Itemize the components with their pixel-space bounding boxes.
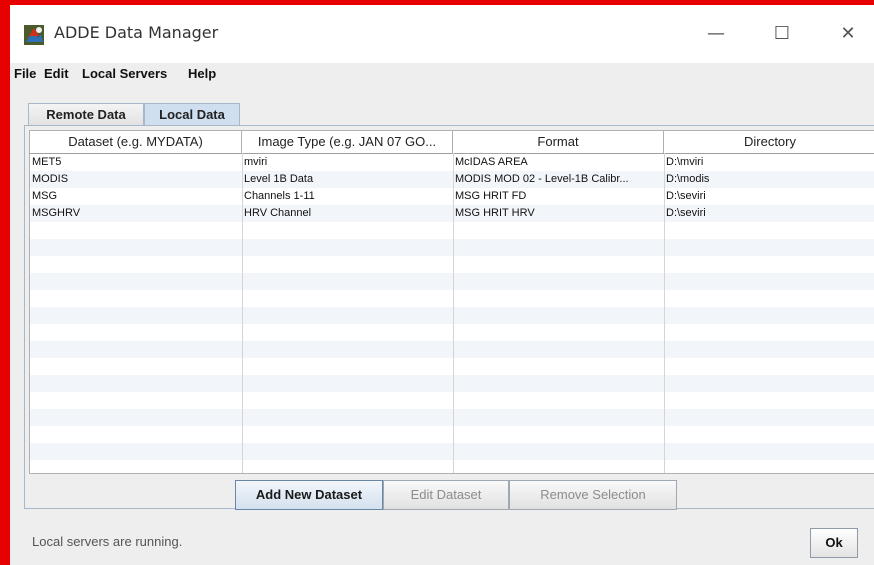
menu-file[interactable]: File [14,66,36,81]
empty-row [30,392,874,409]
empty-row [30,409,874,426]
edit-dataset-button[interactable]: Edit Dataset [383,480,509,510]
cell-dataset: MSGHRV [32,207,81,219]
cell-image-type: Level 1B Data [244,173,314,185]
status-text: Local servers are running. [32,534,183,549]
cell-directory: D:\modis [666,173,710,185]
window-title: ADDE Data Manager [54,23,219,42]
column-header-image-type[interactable]: Image Type (e.g. JAN 07 GO... [242,131,453,153]
cell-format: McIDAS AREA [455,156,528,168]
cell-directory: D:\seviri [666,190,706,202]
empty-row [30,341,874,358]
cell-format: MSG HRIT FD [455,190,527,202]
empty-row [30,375,874,392]
empty-row [30,273,874,290]
menu-edit[interactable]: Edit [44,66,69,81]
cell-image-type: mviri [244,156,268,168]
cell-directory: D:\mviri [666,156,704,168]
tab-remote-data[interactable]: Remote Data [28,103,144,125]
remove-selection-button[interactable]: Remove Selection [509,480,677,510]
title-bar: ADDE Data Manager — ☐ ✕ [10,5,874,63]
empty-row [30,358,874,375]
empty-row [30,426,874,443]
empty-row [30,290,874,307]
column-divider [664,153,665,473]
tab-local-data[interactable]: Local Data [144,103,240,125]
column-divider [453,153,454,473]
table-row[interactable]: MET5 mviri McIDAS AREA D:\mviri [30,154,874,171]
add-new-dataset-button[interactable]: Add New Dataset [235,480,383,510]
empty-row [30,460,874,473]
dataset-table[interactable]: Dataset (e.g. MYDATA) Image Type (e.g. J… [29,130,874,474]
table-row[interactable]: MODIS Level 1B Data MODIS MOD 02 - Level… [30,171,874,188]
local-data-panel: Dataset (e.g. MYDATA) Image Type (e.g. J… [24,125,874,510]
cell-dataset: MODIS [32,173,69,185]
empty-row [30,239,874,256]
empty-row [30,443,874,460]
menu-local-servers[interactable]: Local Servers [82,66,167,81]
empty-row [30,256,874,273]
cell-directory: D:\seviri [666,207,706,219]
empty-row [30,324,874,341]
minimize-button[interactable]: — [696,21,736,47]
table-header: Dataset (e.g. MYDATA) Image Type (e.g. J… [30,131,874,154]
menu-help[interactable]: Help [188,66,216,81]
cell-dataset: MET5 [32,156,62,168]
table-row[interactable]: MSGHRV HRV Channel MSG HRIT HRV D:\sevir… [30,205,874,222]
cell-format: MSG HRIT HRV [455,207,535,219]
cell-format: MODIS MOD 02 - Level-1B Calibr... [455,173,629,185]
main-content: Remote Data Local Data Dataset (e.g. MYD… [10,85,874,565]
close-button[interactable]: ✕ [828,21,868,47]
maximize-button[interactable]: ☐ [762,21,802,47]
cell-image-type: HRV Channel [244,207,312,219]
column-header-directory[interactable]: Directory [664,131,874,153]
ok-button[interactable]: Ok [810,528,858,558]
column-header-format[interactable]: Format [453,131,664,153]
empty-row [30,222,874,239]
empty-row [30,307,874,324]
cell-image-type: Channels 1-11 [244,190,315,202]
table-rows: MET5 mviri McIDAS AREA D:\mviri MODIS Le… [30,154,874,473]
cell-dataset: MSG [32,190,58,202]
column-divider [242,153,243,473]
app-icon [24,25,44,45]
column-header-dataset[interactable]: Dataset (e.g. MYDATA) [30,131,242,153]
table-row[interactable]: MSG Channels 1-11 MSG HRIT FD D:\seviri [30,188,874,205]
menu-bar: File Edit Local Servers Help [10,63,874,85]
